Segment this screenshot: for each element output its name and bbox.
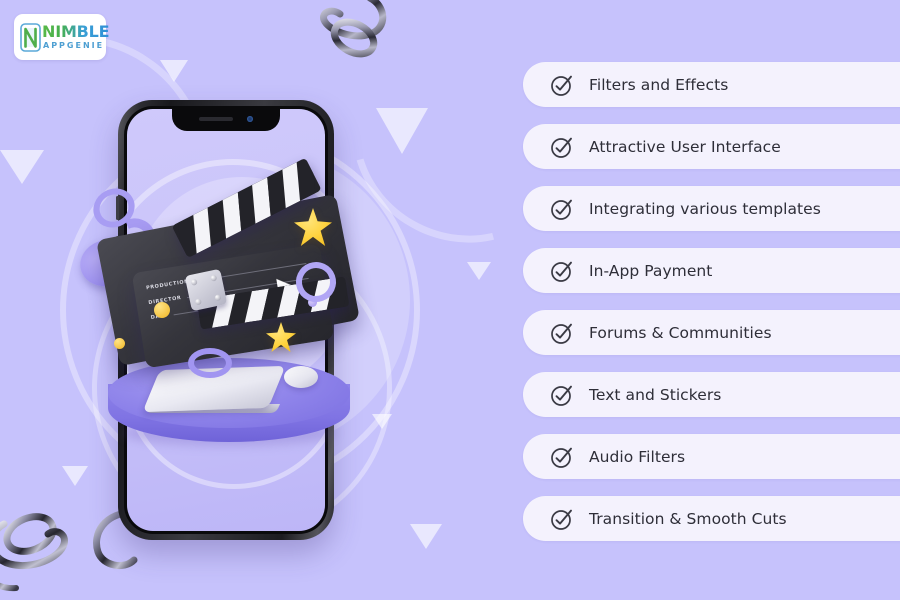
chrome-spiral-icon [0, 486, 122, 600]
chrome-spiral-icon [308, 0, 418, 109]
circle-check-icon [551, 447, 572, 468]
circle-check-icon [551, 261, 572, 282]
feature-label: Forums & Communities [589, 323, 772, 342]
clapper-hinge [184, 268, 228, 312]
feature-label: Integrating various templates [589, 199, 821, 218]
triangle-icon [160, 60, 188, 82]
triangle-icon [0, 150, 44, 184]
brand-name-primary: NIMBLE [42, 22, 110, 41]
rivet-icon [190, 278, 198, 286]
feature-label: Transition & Smooth Cuts [589, 509, 787, 528]
feature-list: Filters and Effects Attractive User Inte… [523, 62, 900, 558]
brand-wordmark: NIMBLE APPGENIE [42, 22, 110, 50]
phone-notch [172, 106, 280, 131]
feature-infographic: PRODUCTION DIRECTOR DATE [0, 0, 900, 600]
feature-item[interactable]: Audio Filters [523, 434, 900, 479]
circle-check-icon [551, 199, 572, 220]
brand-logo[interactable]: NIMBLE APPGENIE [14, 14, 110, 60]
rivet-icon [194, 298, 202, 306]
computer-mouse-icon [284, 366, 318, 388]
feature-label: In-App Payment [589, 261, 713, 280]
triangle-icon [410, 524, 442, 549]
brand-name-secondary: APPGENIE [43, 41, 105, 50]
star-icon [294, 208, 332, 246]
feature-label: Filters and Effects [589, 75, 729, 94]
feature-item[interactable]: Transition & Smooth Cuts [523, 496, 900, 541]
sphere-icon [154, 302, 170, 318]
circle-check-icon [551, 75, 572, 96]
decorative-ring-icon [188, 348, 232, 378]
feature-item[interactable]: Text and Stickers [523, 372, 900, 417]
triangle-icon [376, 108, 428, 154]
rivet-icon [210, 274, 218, 282]
earpiece-speaker-icon [199, 116, 233, 121]
triangle-icon [467, 262, 491, 280]
circle-check-icon [551, 323, 572, 344]
video-editing-illustration: PRODUCTION DIRECTOR DATE [70, 157, 390, 446]
feature-label: Attractive User Interface [589, 137, 781, 156]
feature-item[interactable]: Filters and Effects [523, 62, 900, 107]
nimble-phone-mark-icon [20, 22, 41, 52]
production-label: PRODUCTION [145, 278, 190, 292]
star-icon [266, 322, 296, 352]
feature-item[interactable]: Attractive User Interface [523, 124, 900, 169]
circle-check-icon [551, 385, 572, 406]
sphere-icon [114, 338, 125, 349]
feature-label: Audio Filters [589, 447, 686, 466]
front-camera-icon [247, 115, 253, 122]
triangle-icon [62, 466, 88, 486]
feature-item[interactable]: Integrating various templates [523, 186, 900, 231]
circle-check-icon [551, 137, 572, 158]
rivet-icon [214, 294, 222, 302]
feature-item[interactable]: Forums & Communities [523, 310, 900, 355]
circle-check-icon [551, 509, 572, 530]
feature-item[interactable]: In-App Payment [523, 248, 900, 293]
feature-label: Text and Stickers [589, 385, 722, 404]
